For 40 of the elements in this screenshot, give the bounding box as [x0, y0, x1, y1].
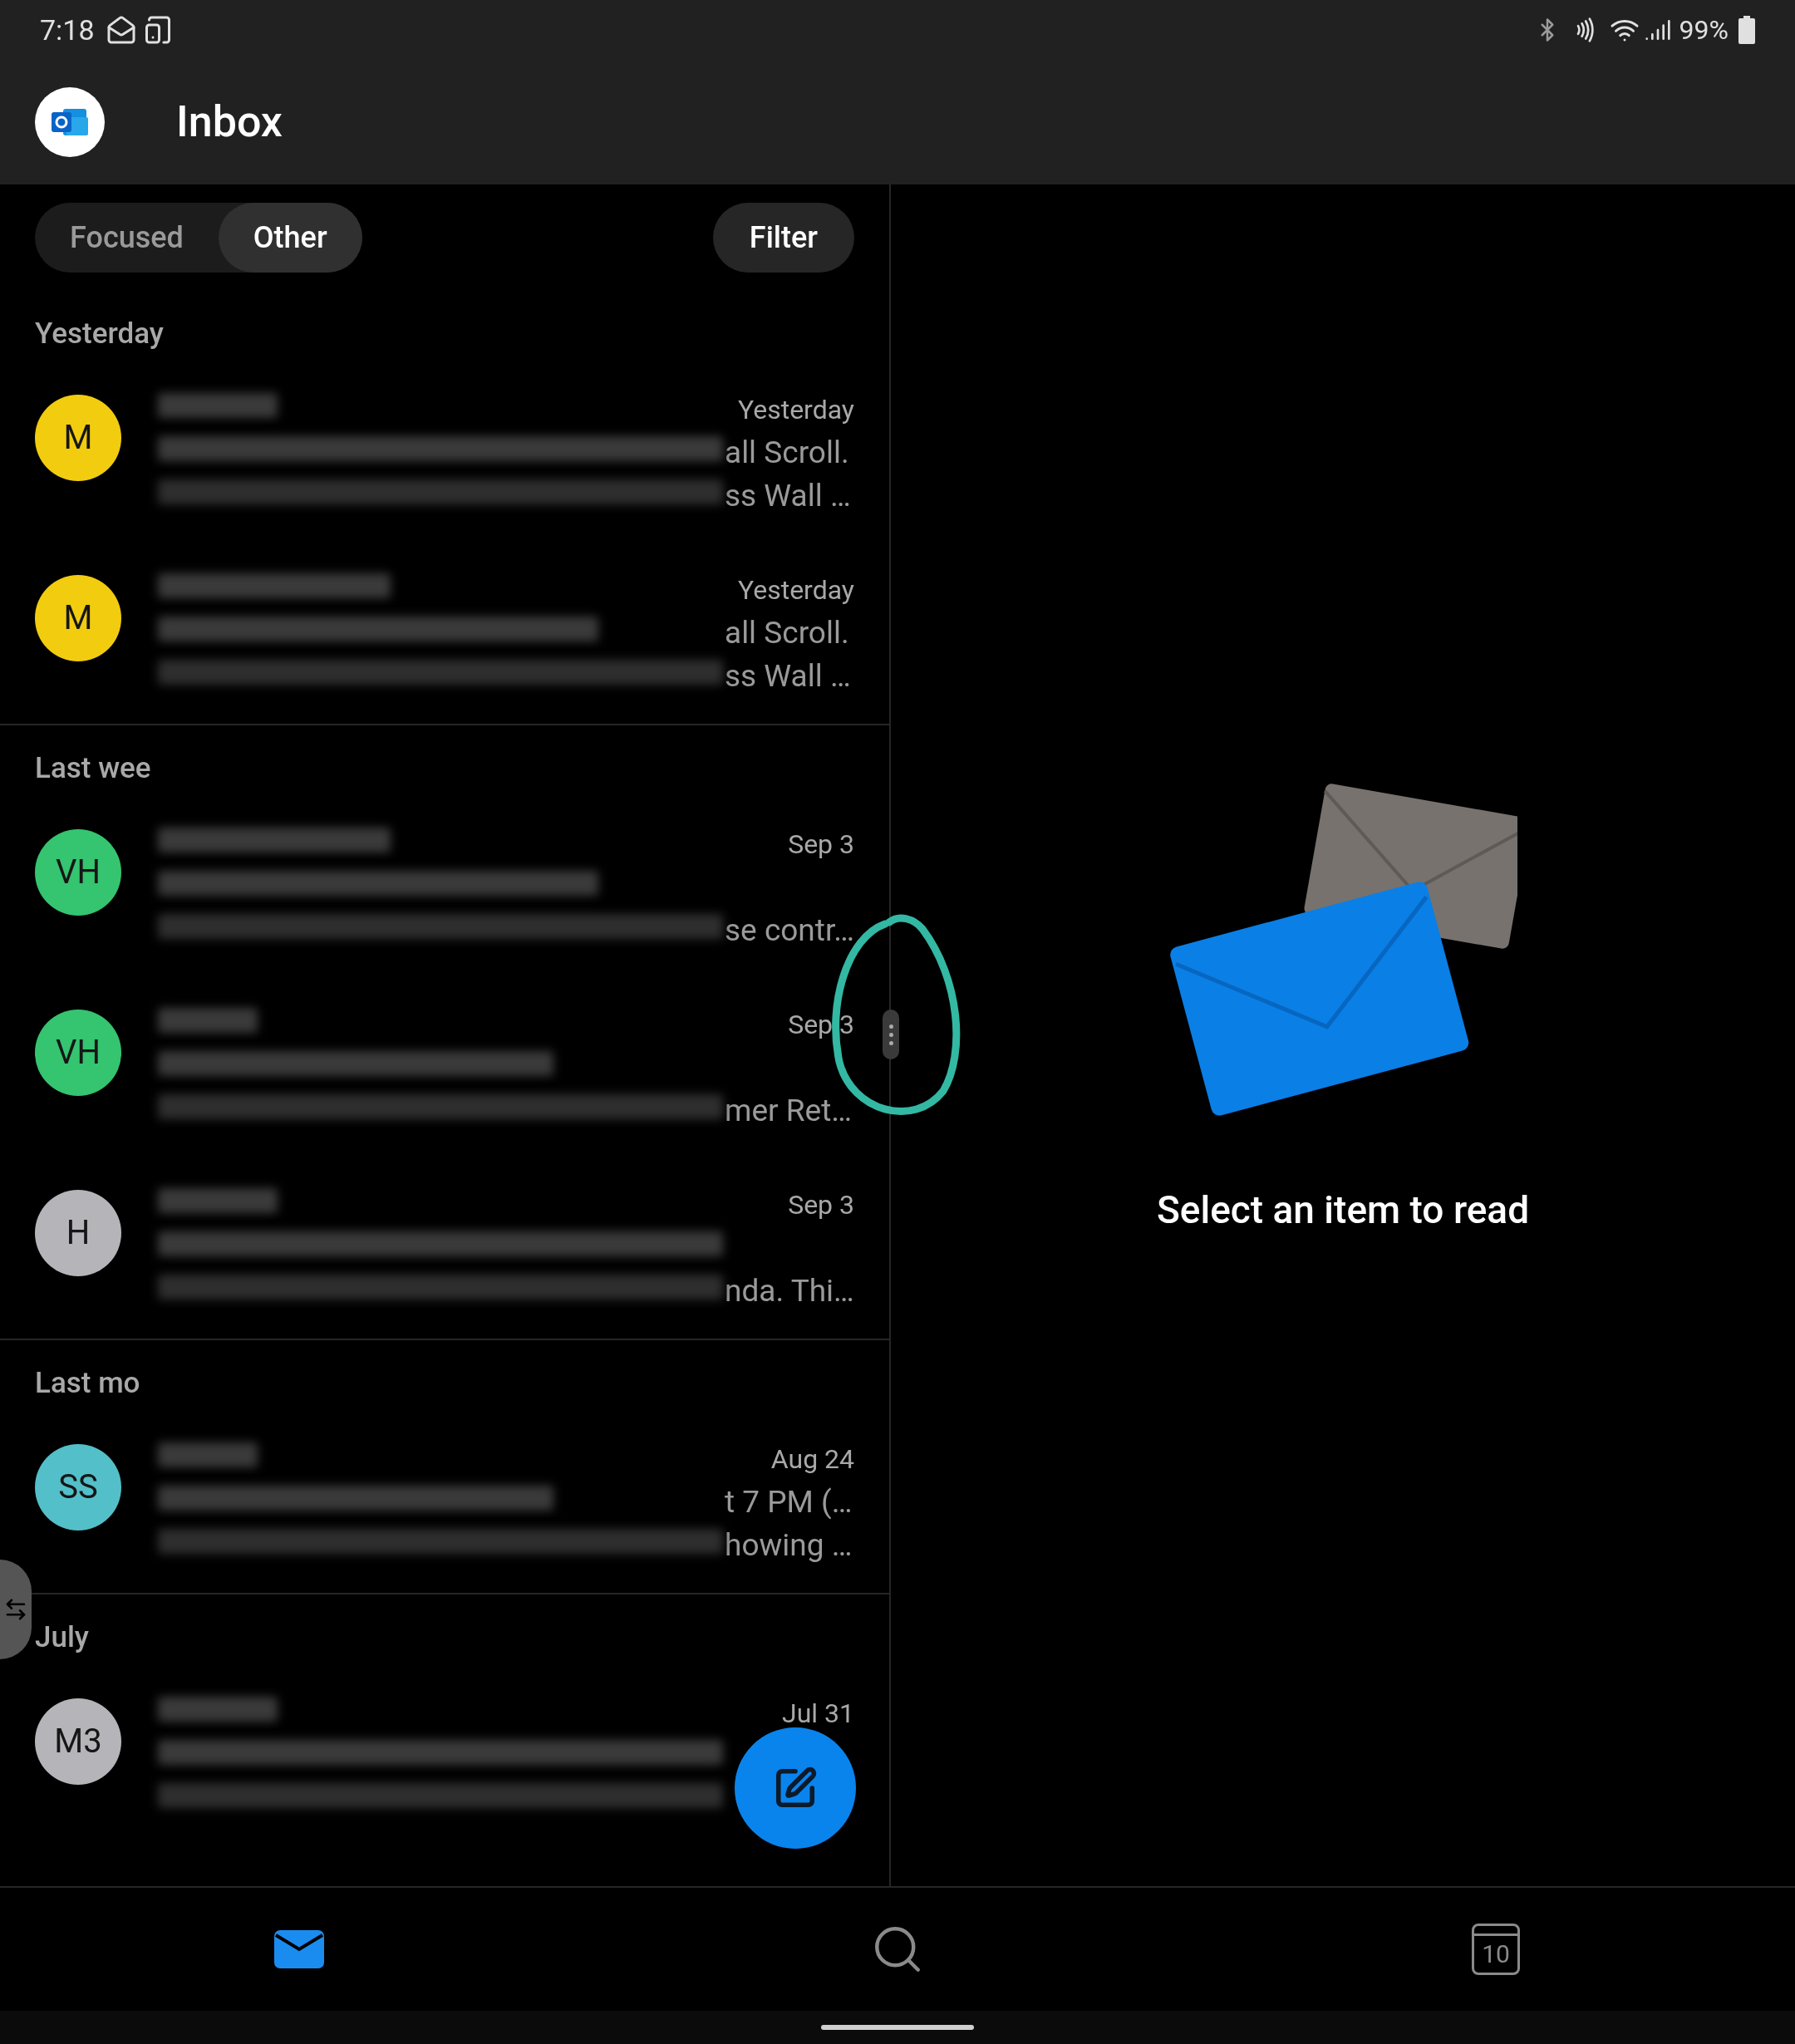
filter-button[interactable]: Filter [712, 203, 854, 273]
inbox-tab[interactable]: Other [218, 203, 362, 273]
message-preview: t 7 PM (… [725, 1483, 853, 1522]
calendar-icon: 10 [1472, 1924, 1520, 1975]
empty-reading-message: Select an item to read [1156, 1186, 1530, 1234]
section-heading: Last wee [35, 751, 151, 785]
avatar: VH [35, 1010, 121, 1096]
message-preview: se contr… [725, 911, 854, 951]
message-preview: all Scroll. [725, 434, 849, 473]
message-preview: nda. Thi… [725, 1272, 854, 1311]
mail-icon [273, 1929, 325, 1969]
avatar: M3 [35, 1698, 121, 1785]
inbox-title: Inbox [176, 96, 283, 149]
mail-open-icon [106, 15, 136, 45]
message-date: Sep 3 [788, 1188, 854, 1222]
battery-percent: 99% [1679, 13, 1729, 47]
message-date: Sep 3 [788, 1008, 854, 1042]
battery-icon [1738, 16, 1755, 44]
message-date: Aug 24 [770, 1442, 854, 1476]
avatar: VH [35, 829, 121, 916]
nav-tab[interactable]: 10 [1197, 1888, 1795, 2011]
section-heading: July [35, 1620, 89, 1654]
message-date: Yesterday [737, 393, 854, 427]
pane-splitter-handle[interactable] [883, 1010, 899, 1059]
inbox-tab[interactable]: Focused [35, 203, 219, 273]
message-preview: mer Ret… [725, 1092, 853, 1131]
message-preview: ss Wall … [725, 657, 851, 696]
status-time: 7:18 [40, 12, 95, 48]
section-heading: Last mo [35, 1366, 140, 1400]
message-preview: ss Wall … [725, 477, 851, 516]
message-date: Jul 31 [782, 1697, 854, 1731]
avatar: M [35, 395, 121, 481]
message-preview: howing … [725, 1526, 853, 1565]
avatar: H [35, 1190, 121, 1276]
avatar: SS [35, 1444, 121, 1531]
message-preview: all Scroll. [725, 614, 849, 653]
message-date: Yesterday [737, 573, 854, 607]
avatar: M [35, 575, 121, 661]
message-date: Sep 3 [788, 828, 854, 862]
section-heading: Yesterday [35, 317, 164, 351]
